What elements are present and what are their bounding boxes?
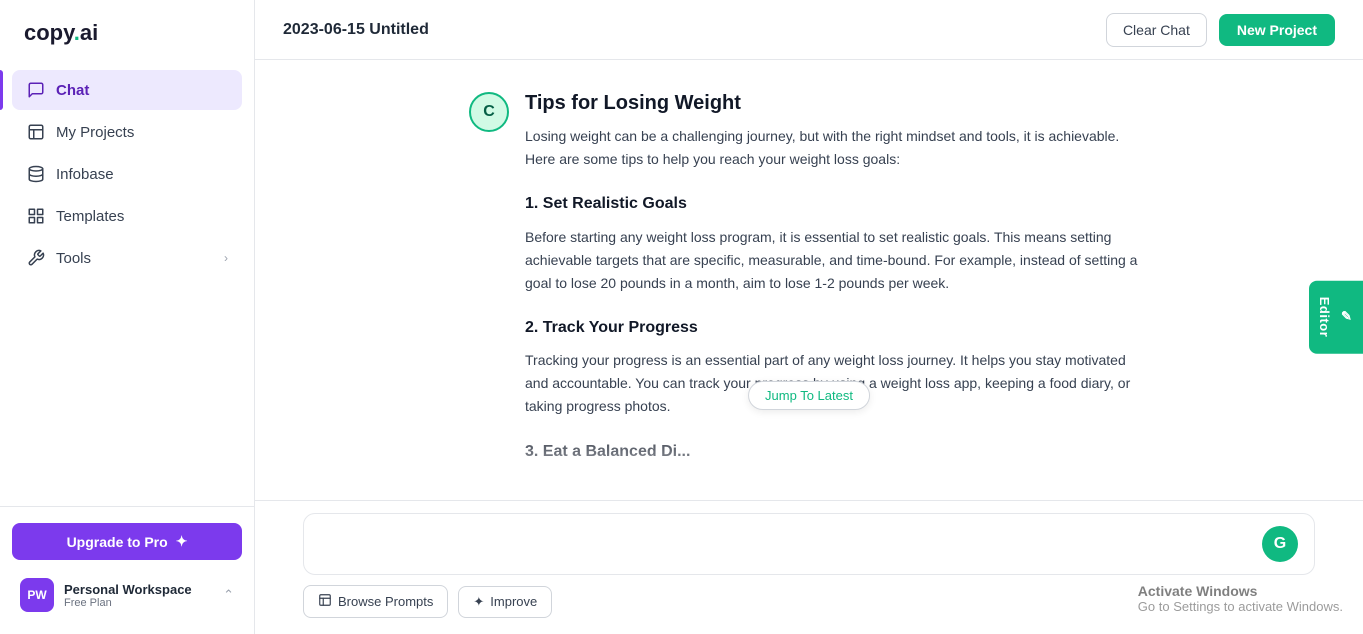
header: 2023-06-15 Untitled Clear Chat New Proje…: [255, 0, 1363, 60]
editor-tab-label: Editor: [1317, 297, 1332, 338]
sidebar: copy.ai Chat My Projects Infobase Templa…: [0, 0, 255, 634]
section-3-heading: 3. Eat a Balanced Di...: [525, 439, 1149, 465]
new-project-button[interactable]: New Project: [1219, 14, 1335, 46]
message-intro: Losing weight can be a challenging journ…: [525, 125, 1149, 171]
brand-logo[interactable]: copy.ai: [0, 0, 254, 70]
chat-content: C Tips for Losing Weight Losing weight c…: [255, 60, 1363, 500]
infobase-icon: [26, 164, 46, 184]
improve-icon: ✦: [473, 594, 484, 610]
workspace-plan: Free Plan: [64, 597, 213, 609]
improve-label: Improve: [490, 594, 537, 609]
sidebar-item-chat-label: Chat: [56, 82, 89, 99]
section-1-heading: 1. Set Realistic Goals: [525, 191, 1149, 217]
upgrade-label: Upgrade to Pro: [67, 534, 168, 550]
sidebar-item-tools-label: Tools: [56, 250, 91, 267]
document-title: 2023-06-15 Untitled: [283, 21, 429, 39]
workspace-avatar: PW: [20, 578, 54, 612]
message-avatar: C: [469, 92, 509, 132]
brand-name-copy: copy: [24, 20, 74, 45]
sidebar-item-tools[interactable]: Tools ›: [12, 238, 242, 278]
browse-prompts-button[interactable]: Browse Prompts: [303, 585, 448, 618]
upgrade-to-pro-button[interactable]: Upgrade to Pro ✦: [12, 523, 242, 560]
clear-chat-button[interactable]: Clear Chat: [1106, 13, 1207, 47]
sidebar-item-templates[interactable]: Templates: [12, 196, 242, 236]
improve-button[interactable]: ✦ Improve: [458, 586, 552, 618]
chat-icon: [26, 80, 46, 100]
tools-chevron-icon: ›: [224, 251, 228, 265]
workspace-selector[interactable]: PW Personal Workspace Free Plan ⌃: [12, 572, 242, 618]
jump-to-latest-button[interactable]: Jump To Latest: [748, 381, 870, 410]
sidebar-item-templates-label: Templates: [56, 208, 124, 225]
message-body: Losing weight can be a challenging journ…: [525, 125, 1149, 465]
ai-avatar-icon: G: [1262, 526, 1298, 562]
chat-text-input[interactable]: [320, 532, 1254, 562]
tools-icon: [26, 248, 46, 268]
pencil-icon: ✎: [1340, 309, 1355, 325]
browse-prompts-label: Browse Prompts: [338, 594, 433, 609]
sidebar-bottom: Upgrade to Pro ✦ PW Personal Workspace F…: [0, 506, 254, 634]
sidebar-item-infobase-label: Infobase: [56, 166, 114, 183]
message-title: Tips for Losing Weight: [525, 92, 1149, 115]
section-2-heading: 2. Track Your Progress: [525, 315, 1149, 341]
my-projects-icon: [26, 122, 46, 142]
main-area: 2023-06-15 Untitled Clear Chat New Proje…: [255, 0, 1363, 634]
sidebar-item-infobase[interactable]: Infobase: [12, 154, 242, 194]
sidebar-item-chat[interactable]: Chat: [12, 70, 242, 110]
editor-tab[interactable]: ✎ Editor: [1309, 281, 1363, 354]
templates-icon: [26, 206, 46, 226]
workspace-name: Personal Workspace: [64, 582, 213, 597]
windows-subtitle: Go to Settings to activate Windows.: [1138, 599, 1343, 614]
input-box: G: [303, 513, 1315, 575]
windows-title: Activate Windows: [1138, 583, 1343, 599]
message-body-container: Tips for Losing Weight Losing weight can…: [525, 92, 1149, 473]
section-1-body: Before starting any weight loss program,…: [525, 226, 1149, 295]
sidebar-item-my-projects-label: My Projects: [56, 124, 134, 141]
windows-activation-watermark: Activate Windows Go to Settings to activ…: [1138, 583, 1343, 614]
sidebar-item-my-projects[interactable]: My Projects: [12, 112, 242, 152]
header-actions: Clear Chat New Project: [1106, 13, 1335, 47]
workspace-chevron-icon: ⌃: [223, 587, 234, 603]
sparkle-icon: ✦: [176, 533, 188, 550]
workspace-info: Personal Workspace Free Plan: [64, 582, 213, 609]
browse-prompts-icon: [318, 593, 332, 610]
chat-message: C Tips for Losing Weight Losing weight c…: [469, 92, 1149, 473]
brand-name-ai: ai: [80, 20, 98, 45]
sidebar-navigation: Chat My Projects Infobase Templates Tool…: [0, 70, 254, 506]
